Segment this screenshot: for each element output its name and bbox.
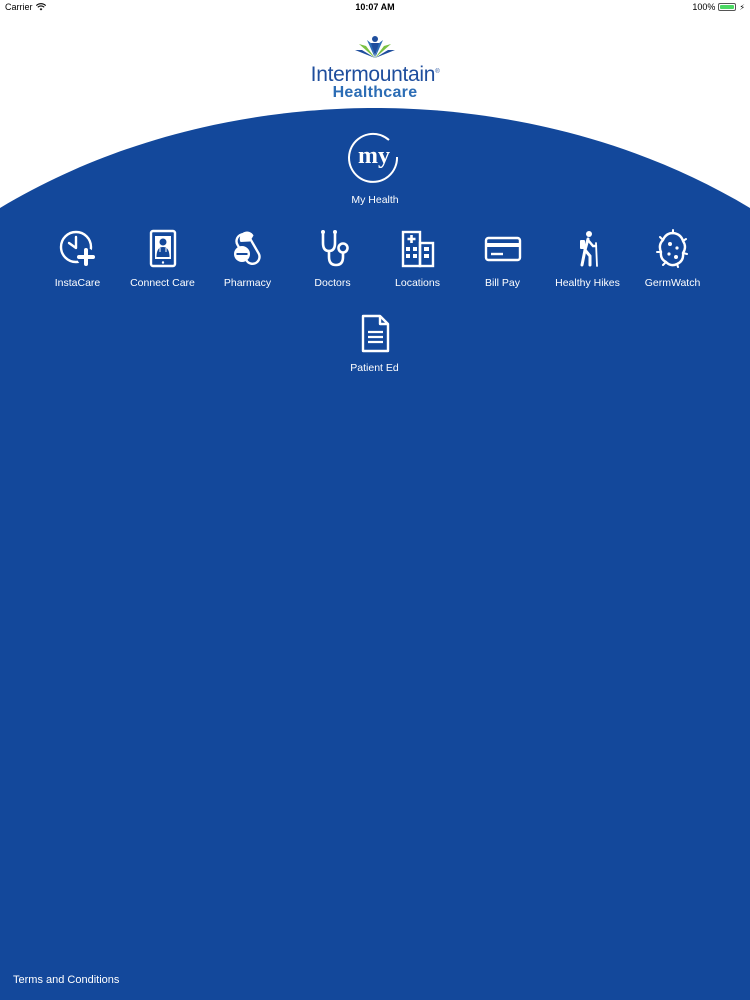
tile-label: Pharmacy	[223, 277, 272, 289]
logo-line2: Healthcare	[332, 84, 418, 101]
tile-germwatch[interactable]: GermWatch	[630, 229, 715, 289]
tile-label: GermWatch	[644, 277, 701, 289]
svg-text:my: my	[358, 143, 390, 169]
tile-label: Patient Ed	[350, 362, 399, 374]
battery-percent: 100%	[692, 2, 716, 12]
tile-pharmacy[interactable]: Pharmacy	[205, 229, 290, 289]
tile-connect-care[interactable]: Connect Care	[120, 229, 205, 289]
tile-label: InstaCare	[54, 277, 101, 289]
document-icon	[361, 314, 389, 353]
registered-mark: ®	[435, 69, 440, 75]
terms-and-conditions-link[interactable]: Terms and Conditions	[13, 974, 119, 986]
germ-icon	[655, 229, 688, 268]
tile-label: Connect Care	[130, 277, 195, 289]
my-health-label: My Health	[351, 194, 399, 206]
tile-label: Locations	[395, 277, 440, 289]
charging-icon: ⚡	[739, 2, 745, 12]
tile-bill-pay[interactable]: Bill Pay	[460, 229, 545, 289]
hospital-building-icon	[401, 230, 434, 268]
clock-plus-icon	[59, 230, 95, 266]
stethoscope-icon	[320, 230, 349, 267]
tile-locations[interactable]: Locations	[375, 229, 460, 289]
logo-line1: Intermountain	[310, 63, 436, 86]
my-health-icon: my	[348, 132, 399, 183]
tile-healthy-hikes[interactable]: Healthy Hikes	[545, 229, 630, 289]
logo-figure-icon	[355, 36, 395, 58]
tile-instacare[interactable]: InstaCare	[35, 229, 120, 289]
tile-patient-ed[interactable]: Patient Ed	[332, 314, 417, 374]
tile-label: Bill Pay	[484, 277, 520, 289]
pills-icon	[233, 231, 261, 265]
tile-label: Doctors	[314, 277, 351, 289]
tablet-doctor-icon	[149, 229, 176, 268]
my-health-button[interactable]: my My Health	[325, 130, 425, 206]
tile-doctors[interactable]: Doctors	[290, 229, 375, 289]
status-battery-group: 100% ⚡	[692, 2, 745, 12]
credit-card-icon	[484, 236, 521, 262]
status-bar: Carrier 10:07 AM 100% ⚡	[0, 0, 750, 16]
battery-icon	[718, 3, 737, 11]
hiker-icon	[579, 231, 598, 267]
tile-label: Healthy Hikes	[555, 277, 620, 289]
status-time: 10:07 AM	[355, 2, 395, 12]
intermountain-logo: Intermountain® Healthcare	[0, 34, 750, 101]
